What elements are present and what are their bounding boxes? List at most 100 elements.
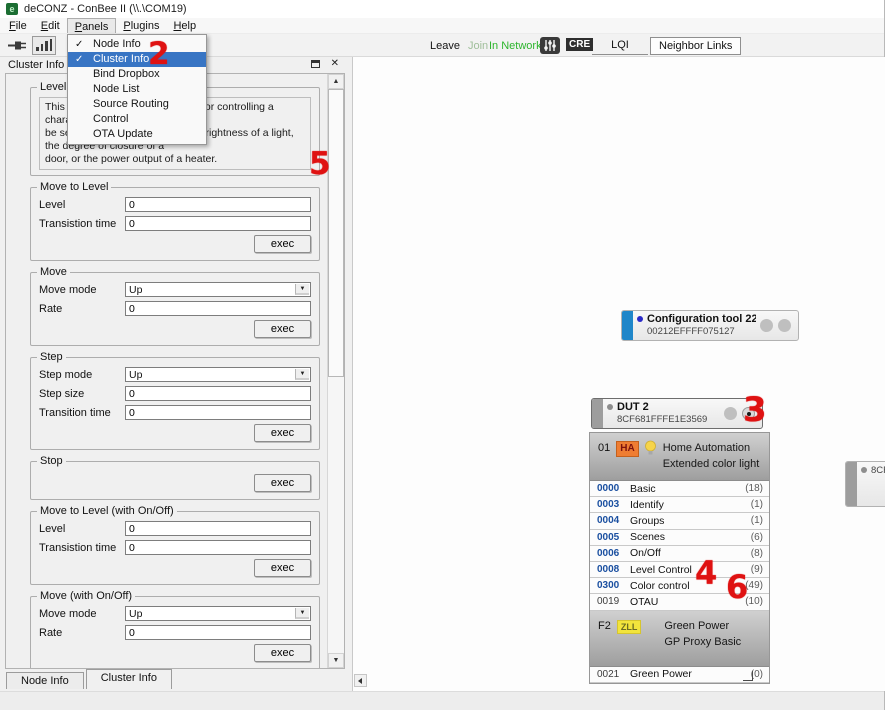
tab-cluster-info[interactable]: Cluster Info — [85, 669, 172, 689]
cluster-name: Green Power — [630, 668, 692, 681]
menu-item-control[interactable]: Control — [68, 112, 206, 127]
node-dut-2[interactable]: DUT 2 8CF681FFFE1E3569 — [591, 398, 763, 429]
node-name: Configuration tool 221 — [647, 313, 756, 325]
selection-corner-mark — [743, 671, 753, 681]
menu-help[interactable]: Help — [166, 18, 203, 33]
cluster-row-basic[interactable]: 0000 Basic (18) — [590, 481, 769, 498]
exec-button[interactable]: exec — [254, 424, 311, 442]
menu-item-node-list[interactable]: Node List — [68, 82, 206, 97]
menu-plugins[interactable]: Plugins — [116, 18, 166, 33]
chevron-down-icon: ▼ — [295, 284, 309, 295]
endpoint-profile: Home Automation — [662, 442, 751, 454]
menu-panels[interactable]: Panels — [66, 18, 117, 33]
annotation-4: 4 — [695, 554, 718, 592]
field-label: Level — [39, 198, 66, 211]
leave-button[interactable]: Leave — [430, 40, 460, 52]
cluster-attr-count: (18) — [745, 483, 763, 495]
cluster-row-scenes[interactable]: 0005 Scenes (6) — [590, 529, 769, 546]
exec-button[interactable]: exec — [254, 474, 311, 492]
cluster-row-identify[interactable]: 0003 Identify (1) — [590, 497, 769, 514]
menu-item-label: Cluster Info — [93, 53, 150, 65]
rate-input[interactable] — [125, 625, 311, 640]
menu-edit[interactable]: Edit — [34, 18, 67, 33]
field-label: Move mode — [39, 607, 97, 620]
signal-graph-button[interactable] — [32, 36, 56, 55]
checkmark-icon: ✓ — [75, 39, 84, 50]
cluster-id: 0003 — [597, 499, 620, 511]
endpoint-profile: Green Power — [664, 619, 730, 632]
cluster-info-dock: Cluster Info ✕ Level Control This cluste… — [0, 57, 347, 691]
cluster-name: Scenes — [630, 531, 666, 544]
tab-node-info[interactable]: Node Info — [6, 672, 84, 689]
cluster-name: On/Off — [630, 547, 661, 560]
cluster-panel-frame: Level Control This cluster provides an i… — [5, 73, 345, 669]
menu-item-label: Node List — [93, 83, 140, 95]
field-label: Step size — [39, 387, 85, 400]
float-panel-icon[interactable] — [311, 60, 320, 68]
cluster-id: 0021 — [597, 668, 620, 680]
deconz-window: e deCONZ - ConBee II (\\.\COM19) File Ed… — [0, 0, 885, 710]
titlebar: e deCONZ - ConBee II (\\.\COM19) — [0, 0, 884, 18]
field-label: Rate — [39, 302, 63, 315]
join-button[interactable]: Join — [468, 40, 488, 52]
node-partial[interactable]: 8CF — [845, 461, 885, 507]
endpoint-device: Extended color light — [662, 458, 760, 470]
node-indicator-circle[interactable] — [778, 319, 791, 332]
cluster-id: 0008 — [597, 564, 620, 576]
exec-button[interactable]: exec — [254, 644, 311, 662]
network-settings-icon[interactable] — [540, 37, 560, 54]
step-size-input[interactable] — [125, 386, 311, 401]
level-input[interactable] — [125, 521, 311, 536]
menu-item-ota-update[interactable]: OTA Update — [68, 127, 206, 142]
endpoint-header-ha[interactable]: 01 HA Home Automation Extended color lig… — [590, 433, 769, 481]
scroll-up-icon[interactable]: ▲ — [328, 74, 344, 89]
scroll-down-icon[interactable]: ▼ — [328, 653, 344, 668]
node-address: 8CF681FFFE1E3569 — [617, 414, 708, 425]
transition-time-input[interactable] — [125, 405, 311, 420]
transition-time-input[interactable] — [125, 540, 311, 555]
endpoint-header-green-power[interactable]: F2 ZLL Green Power GP Proxy Basic — [590, 610, 769, 667]
menu-file[interactable]: File — [2, 18, 34, 33]
close-panel-icon[interactable]: ✕ — [331, 58, 339, 69]
menu-item-source-routing[interactable]: Source Routing — [68, 97, 206, 112]
cluster-attr-count: (1) — [750, 499, 763, 511]
endpoint-id: F2 — [598, 619, 611, 632]
tab-neighbor-links[interactable]: Neighbor Links — [650, 37, 742, 55]
scrollbar-thumb[interactable] — [328, 89, 344, 377]
combo-value: Up — [129, 608, 143, 620]
signal-bar-icon — [40, 44, 43, 51]
description-line: door, or the power output of a heater. — [45, 153, 218, 165]
chevron-down-icon: ▼ — [295, 608, 309, 619]
node-indicator-circle[interactable] — [724, 407, 737, 420]
exec-button[interactable]: exec — [254, 559, 311, 577]
node-indicator-circle[interactable] — [760, 319, 773, 332]
field-label: Transistion time — [39, 217, 117, 230]
cluster-row-onoff[interactable]: 0006 On/Off (8) — [590, 545, 769, 562]
cluster-row-groups[interactable]: 0004 Groups (1) — [590, 513, 769, 530]
cre-badge[interactable]: CRE — [566, 38, 594, 51]
network-status-label: In Network — [489, 40, 542, 52]
scroll-left-icon[interactable] — [354, 674, 367, 687]
transition-time-input[interactable] — [125, 216, 311, 231]
network-view[interactable]: Configuration tool 221 00212EFFFF075127 … — [352, 57, 885, 691]
move-mode-select[interactable]: Up ▼ — [125, 282, 311, 297]
menu-item-cluster-info[interactable]: ✓ Cluster Info — [68, 52, 206, 67]
level-input[interactable] — [125, 197, 311, 212]
usb-connection-icon[interactable] — [8, 40, 28, 54]
group-stop: Stop exec — [30, 455, 320, 500]
menu-item-bind-dropbox[interactable]: Bind Dropbox — [68, 67, 206, 82]
node-configuration-tool[interactable]: Configuration tool 221 00212EFFFF075127 — [621, 310, 799, 341]
step-mode-select[interactable]: Up ▼ — [125, 367, 311, 382]
node-accent-bar — [622, 311, 633, 340]
menu-item-node-info[interactable]: ✓ Node Info — [68, 37, 206, 52]
exec-button[interactable]: exec — [254, 235, 311, 253]
group-move-to-level-onoff: Move to Level (with On/Off) Level Transi… — [30, 505, 320, 585]
cluster-id: 0000 — [597, 483, 620, 495]
rate-input[interactable] — [125, 301, 311, 316]
group-move: Move Move mode Up ▼ Rate exec — [30, 266, 320, 346]
tab-lqi[interactable]: LQI — [592, 37, 648, 55]
node-address: 00212EFFFF075127 — [647, 326, 735, 337]
exec-button[interactable]: exec — [254, 320, 311, 338]
move-mode-select[interactable]: Up ▼ — [125, 606, 311, 621]
dut-endpoint-panel: 01 HA Home Automation Extended color lig… — [589, 432, 770, 684]
